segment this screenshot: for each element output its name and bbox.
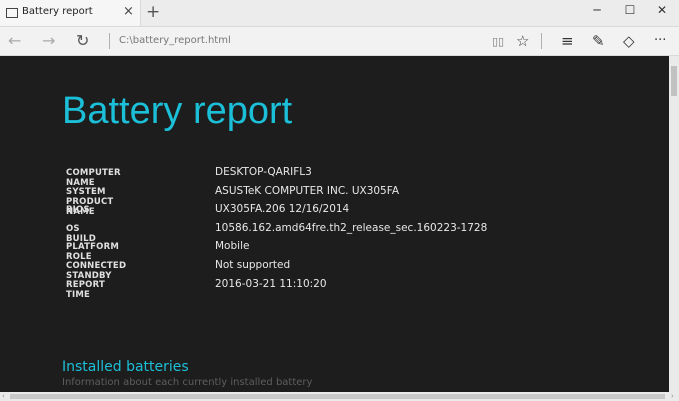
info-value: 10586.162.amd64fre.th2_release_sec.16022… <box>215 221 488 234</box>
info-label: COMPUTER NAME <box>66 168 121 188</box>
close-tab-icon[interactable]: × <box>123 4 134 19</box>
scroll-right-arrow-icon[interactable]: › <box>671 392 674 400</box>
web-note-icon[interactable]: ✎ <box>592 32 605 50</box>
info-value: Not supported <box>215 258 291 271</box>
reading-view-icon[interactable]: ▯▯ <box>492 35 504 48</box>
navigation-bar: ← → ↻ C:\battery_report.html ▯▯ ☆ ≡ ✎ ◇ … <box>0 27 679 56</box>
hub-icon[interactable]: ≡ <box>561 32 574 50</box>
info-value: Mobile <box>215 240 250 253</box>
new-tab-button[interactable]: + <box>146 2 160 22</box>
share-icon[interactable]: ◇ <box>623 32 635 50</box>
installed-batteries-heading: Installed batteries <box>62 359 189 375</box>
page-content: Battery report COMPUTER NAME DESKTOP-QAR… <box>0 56 669 392</box>
tab-bar: Battery report × + ─ ☐ ✕ <box>0 0 679 27</box>
info-label: BIOS <box>66 205 90 216</box>
minimize-button[interactable]: ─ <box>582 3 612 23</box>
toolbar-separator <box>541 33 542 49</box>
favorite-star-icon[interactable]: ☆ <box>516 32 529 50</box>
info-value: 2016-03-21 11:10:20 <box>215 277 327 290</box>
address-separator <box>109 33 110 49</box>
info-label: REPORT TIME <box>66 279 105 300</box>
tab-title: Battery report <box>22 6 93 17</box>
more-icon[interactable]: ··· <box>654 33 666 48</box>
forward-icon[interactable]: → <box>42 31 55 50</box>
info-label: CONNECTED STANDBY <box>66 260 127 281</box>
info-value: ASUSTeK COMPUTER INC. UX305FA <box>215 184 400 197</box>
window-close-button[interactable]: ✕ <box>647 3 677 23</box>
report-title: Battery report <box>62 90 293 132</box>
maximize-button[interactable]: ☐ <box>615 3 645 23</box>
vertical-scrollbar[interactable] <box>669 56 679 392</box>
info-label: OS BUILD <box>66 223 97 244</box>
installed-batteries-subtitle: Information about each currently install… <box>62 377 313 388</box>
horizontal-scrollbar[interactable]: ‹ › <box>0 392 679 401</box>
back-icon[interactable]: ← <box>8 31 21 50</box>
horizontal-scroll-thumb[interactable] <box>10 394 665 399</box>
scroll-left-arrow-icon[interactable]: ‹ <box>2 392 5 400</box>
info-value: DESKTOP-QARIFL3 <box>215 166 312 178</box>
info-label: PLATFORM ROLE <box>66 242 119 263</box>
tab-battery-report[interactable]: Battery report × <box>0 0 141 26</box>
address-bar[interactable]: C:\battery_report.html <box>119 35 231 46</box>
page-icon <box>6 8 18 18</box>
vertical-scroll-thumb[interactable] <box>671 66 677 96</box>
info-value: UX305FA.206 12/16/2014 <box>215 203 350 216</box>
refresh-icon[interactable]: ↻ <box>76 31 89 50</box>
